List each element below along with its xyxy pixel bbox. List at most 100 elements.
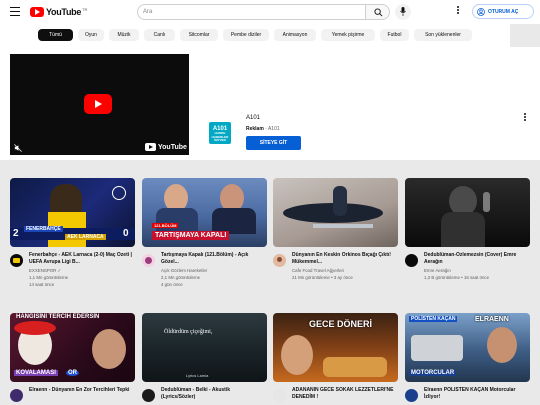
video-stats: 1,3 B görüntüleme • 16 saat önce xyxy=(424,275,490,280)
category-chips-bar: Tümü Oyun Müzik Canlı Sitcomlar Pembe di… xyxy=(0,24,510,47)
channel-avatar[interactable] xyxy=(273,254,286,267)
video-thumbnail[interactable] xyxy=(273,178,398,247)
thumbnail-caption: KOVALAMASI xyxy=(14,370,58,376)
sign-in-label: OTURUM AÇ xyxy=(488,8,519,15)
channel-avatar[interactable] xyxy=(405,254,418,267)
doner-plate xyxy=(323,357,387,377)
advertiser-logo-line3: İMYVEN xyxy=(214,138,226,142)
upload-age: 14 saat önce xyxy=(29,282,55,287)
motorcycle-shape xyxy=(411,335,463,361)
video-thumbnail[interactable]: 2 FENERBAHÇE AEK LARNACA 0 xyxy=(10,178,135,247)
chip-music[interactable]: Müzik xyxy=(109,29,139,41)
youtube-watermark: YouTube xyxy=(145,143,187,151)
chip-all[interactable]: Tümü xyxy=(38,29,73,41)
thumbnail-headline: HANGİSİNİ TERCİH EDERSİN xyxy=(16,314,100,320)
channel-avatar[interactable] xyxy=(142,389,155,402)
gloved-hand xyxy=(333,186,347,216)
sign-in-button[interactable]: OTURUM AÇ xyxy=(472,4,534,19)
channel-avatar[interactable] xyxy=(405,389,418,402)
thumbnail-caption: MOTORCULAR xyxy=(409,370,457,376)
settings-more-icon[interactable] xyxy=(452,5,464,19)
video-title[interactable]: Elraenn POLİSTEN KAÇAN Motorcular İzliyo… xyxy=(424,387,528,401)
hamburger-menu-icon[interactable] xyxy=(10,7,20,16)
channel-name[interactable]: EXXENSPOR ✓ xyxy=(29,268,133,274)
upload-age: 16 saat önce xyxy=(463,275,490,280)
search-button[interactable] xyxy=(365,4,390,20)
promoted-ad: YouTube A101 HADDE HABERLER İMYVEN A101 … xyxy=(0,47,540,160)
more-options-icon[interactable] xyxy=(522,113,528,123)
home-team-label: FENERBAHÇE xyxy=(24,226,63,232)
logo-text: YouTube xyxy=(46,7,82,17)
video-thumbnail[interactable] xyxy=(405,178,530,247)
thumbnail-headline: POLİSTEN KAÇAN xyxy=(409,316,458,322)
chip-sitcoms[interactable]: Sitcomlar xyxy=(180,29,218,41)
video-thumbnail[interactable]: Öldürdüm çiçeğimi, Lyrics Lamia xyxy=(142,313,267,382)
video-title[interactable]: Tartışmaya Kapalı (121.Bölüm) - Açık Göz… xyxy=(161,252,265,266)
chip-live[interactable]: Canlı xyxy=(144,29,175,41)
video-thumbnail[interactable]: GECE DÖNERİ xyxy=(273,313,398,382)
search-input[interactable]: Ara xyxy=(137,4,365,20)
mute-icon[interactable] xyxy=(14,144,22,152)
or-badge: OR xyxy=(66,370,79,376)
chip-gaming[interactable]: Oyun xyxy=(78,29,104,41)
account-icon xyxy=(477,7,485,16)
away-team-label: AEK LARNACA xyxy=(65,234,106,240)
video-thumbnail[interactable]: HANGİSİNİ TERCİH EDERSİN KOVALAMASI OR xyxy=(10,313,135,382)
upload-age: 4 gün önce xyxy=(161,282,183,287)
video-title[interactable]: Dedublüman - Belki - Akustik (Lyrics/Söz… xyxy=(161,387,265,401)
channel-name[interactable]: Emre Aerağın xyxy=(424,268,528,273)
video-title[interactable]: ADANANIN GECE SOKAK LEZZETLERİ'NE DENEDİ… xyxy=(292,387,396,401)
video-title[interactable]: Fenerbahçe - AEK Larnaca (2-0) Maç Özeti… xyxy=(29,252,133,266)
thumbnail-channel-label: ELRAENN xyxy=(475,316,509,323)
voice-search-button[interactable] xyxy=(395,4,411,20)
channel-avatar[interactable] xyxy=(10,389,23,402)
view-count: 1,1 Mn görüntüleme xyxy=(29,275,69,280)
top-bar: YouTube TR Ara OTURUM AÇ xyxy=(0,0,540,24)
away-score: 0 xyxy=(123,228,129,239)
chip-animation[interactable]: Animasyon xyxy=(274,29,316,41)
view-count: 1,3 B görüntüleme xyxy=(424,275,460,280)
advertiser-logo[interactable]: A101 HADDE HABERLER İMYVEN xyxy=(209,122,231,144)
chip-recently-uploaded[interactable]: Son yüklenenler xyxy=(414,29,472,41)
channel-avatar[interactable] xyxy=(142,254,155,267)
ad-title[interactable]: A101 xyxy=(246,115,260,121)
thumbnail-headline: GECE DÖNERİ xyxy=(309,319,373,329)
view-count: 2,1 Mn görüntüleme xyxy=(161,275,201,280)
reactor-face xyxy=(487,327,517,363)
episode-badge: 121.BÖLÜM xyxy=(152,223,179,228)
ad-advertiser: · A101 xyxy=(265,126,280,132)
visit-site-button[interactable]: SİTEYE GİT xyxy=(246,136,301,150)
ad-video-player[interactable]: YouTube xyxy=(10,54,189,155)
video-title[interactable]: Elraenn - Dünyanın En Zor Tercihleri Tep… xyxy=(29,387,133,394)
home-score: 2 xyxy=(13,228,19,239)
chip-cooking[interactable]: Yemek pişirme xyxy=(321,29,375,41)
show-title-banner: TARTIŞMAYA KAPALI xyxy=(152,231,230,240)
video-thumbnail[interactable]: 121.BÖLÜM TARTIŞMAYA KAPALI xyxy=(142,178,267,247)
microphone-stand xyxy=(483,192,490,212)
exxen-logo-icon xyxy=(13,258,20,263)
channel-logo-icon xyxy=(277,257,282,262)
watermark-text: YouTube xyxy=(158,143,187,151)
channel-name[interactable]: Açık Gözlem Hareketler xyxy=(161,268,265,273)
host-face xyxy=(281,335,313,375)
channel-logo-icon xyxy=(145,257,152,264)
video-stats: 21 Mn görüntüleme • 3 ay önce xyxy=(292,275,353,280)
uefa-logo-icon xyxy=(112,186,126,200)
ad-badge: Reklam xyxy=(246,126,264,132)
channel-avatar[interactable] xyxy=(273,389,286,402)
chip-football[interactable]: Futbol xyxy=(380,29,409,41)
play-icon[interactable] xyxy=(84,94,112,114)
lyric-credit: Lyrics Lamia xyxy=(186,373,209,378)
video-title[interactable]: Dedublüman-Özlemezsin (Cover) Emre Aerağ… xyxy=(424,252,528,266)
microphone-icon xyxy=(400,7,406,16)
chip-soap-operas[interactable]: Pembe diziler xyxy=(223,29,269,41)
video-thumbnail[interactable]: POLİSTEN KAÇAN ELRAENN MOTORCULAR xyxy=(405,313,530,382)
channel-name[interactable]: Cafe Food Travel Ağyerleri xyxy=(292,268,396,273)
youtube-logo[interactable]: YouTube TR xyxy=(30,6,87,18)
search-icon xyxy=(374,8,383,17)
clown-hair xyxy=(14,321,56,335)
knife-blade xyxy=(313,224,373,228)
channel-avatar[interactable] xyxy=(10,254,23,267)
lyric-line: Öldürdüm çiçeğimi, xyxy=(164,329,213,335)
video-title[interactable]: Dünyanın En Keskin Orkinos Bıçağı Çıktı!… xyxy=(292,252,396,266)
